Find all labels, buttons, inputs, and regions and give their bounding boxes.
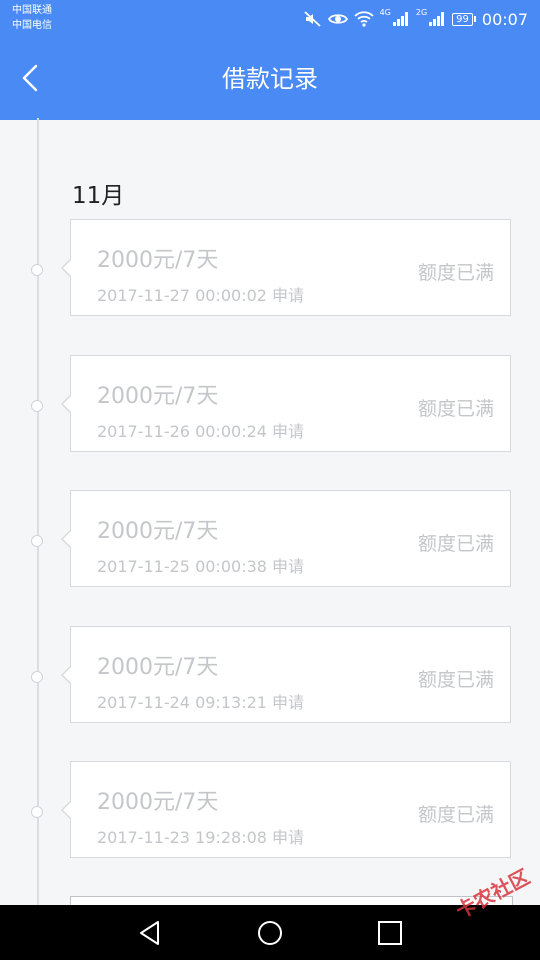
apply-date: 2017-11-26 00:00:24 申请 <box>97 422 305 441</box>
eye-icon <box>327 14 348 24</box>
loan-record-card[interactable]: 2000元/7天 2017-11-27 00:00:02 申请 额度已满 <box>61 219 511 316</box>
record-status: 额度已满 <box>417 262 494 284</box>
status-icons: 4G 2G 99 00:07 <box>303 8 528 30</box>
apply-date: 2017-11-27 00:00:02 申请 <box>97 286 305 305</box>
wifi-icon <box>353 11 374 27</box>
loan-amount: 2000元/7天 <box>97 384 219 409</box>
clock: 00:07 <box>481 9 528 29</box>
network-label-2: 2G <box>415 8 428 17</box>
status-bar: 中国联通 中国电信 4G 2G 99 00:07 <box>0 0 540 38</box>
record-status: 额度已满 <box>417 533 494 555</box>
timeline-dot <box>31 806 43 818</box>
loan-record-card[interactable]: 2000元/7天 2017-11-25 00:00:38 申请 额度已满 <box>61 490 511 587</box>
carrier-1: 中国联通 <box>12 5 52 16</box>
loan-amount: 2000元/7天 <box>97 248 219 273</box>
battery-icon: 99 <box>452 12 476 26</box>
loan-amount: 2000元/7天 <box>97 790 219 815</box>
mute-icon <box>303 11 321 27</box>
loan-record-card[interactable]: 2000元/7天 2017-11-23 19:28:08 申请 额度已满 <box>61 761 511 858</box>
record-status: 额度已满 <box>417 804 494 826</box>
signal-icon <box>429 12 445 26</box>
network-label-1: 4G <box>379 8 391 17</box>
loan-amount: 2000元/7天 <box>97 655 219 680</box>
loan-record-card[interactable]: 2000元/7天 2017-11-24 09:13:21 申请 额度已满 <box>61 626 511 723</box>
nav-recents-icon[interactable] <box>376 919 404 947</box>
timeline-line <box>37 118 39 908</box>
timeline-dot <box>31 671 43 683</box>
carrier-info: 中国联通 中国电信 <box>12 3 52 33</box>
apply-date: 2017-11-24 09:13:21 申请 <box>97 693 305 712</box>
timeline-dot <box>31 535 43 547</box>
nav-back-icon[interactable] <box>136 919 164 947</box>
record-status: 额度已满 <box>417 669 494 691</box>
apply-date: 2017-11-25 00:00:38 申请 <box>97 557 305 576</box>
carrier-2: 中国电信 <box>12 20 52 31</box>
signal-icon <box>392 12 408 26</box>
battery-level: 99 <box>452 12 473 26</box>
loan-amount: 2000元/7天 <box>97 519 219 544</box>
month-label: 11月 <box>72 183 125 209</box>
app-header: 借款记录 <box>0 38 540 120</box>
timeline-dot <box>31 264 43 276</box>
nav-home-icon[interactable] <box>256 919 284 947</box>
page-title: 借款记录 <box>222 65 318 93</box>
apply-date: 2017-11-23 19:28:08 申请 <box>97 828 305 847</box>
timeline-dot <box>31 400 43 412</box>
loan-record-card[interactable]: 2000元/7天 2017-11-26 00:00:24 申请 额度已满 <box>61 355 511 452</box>
record-status: 额度已满 <box>417 398 494 420</box>
